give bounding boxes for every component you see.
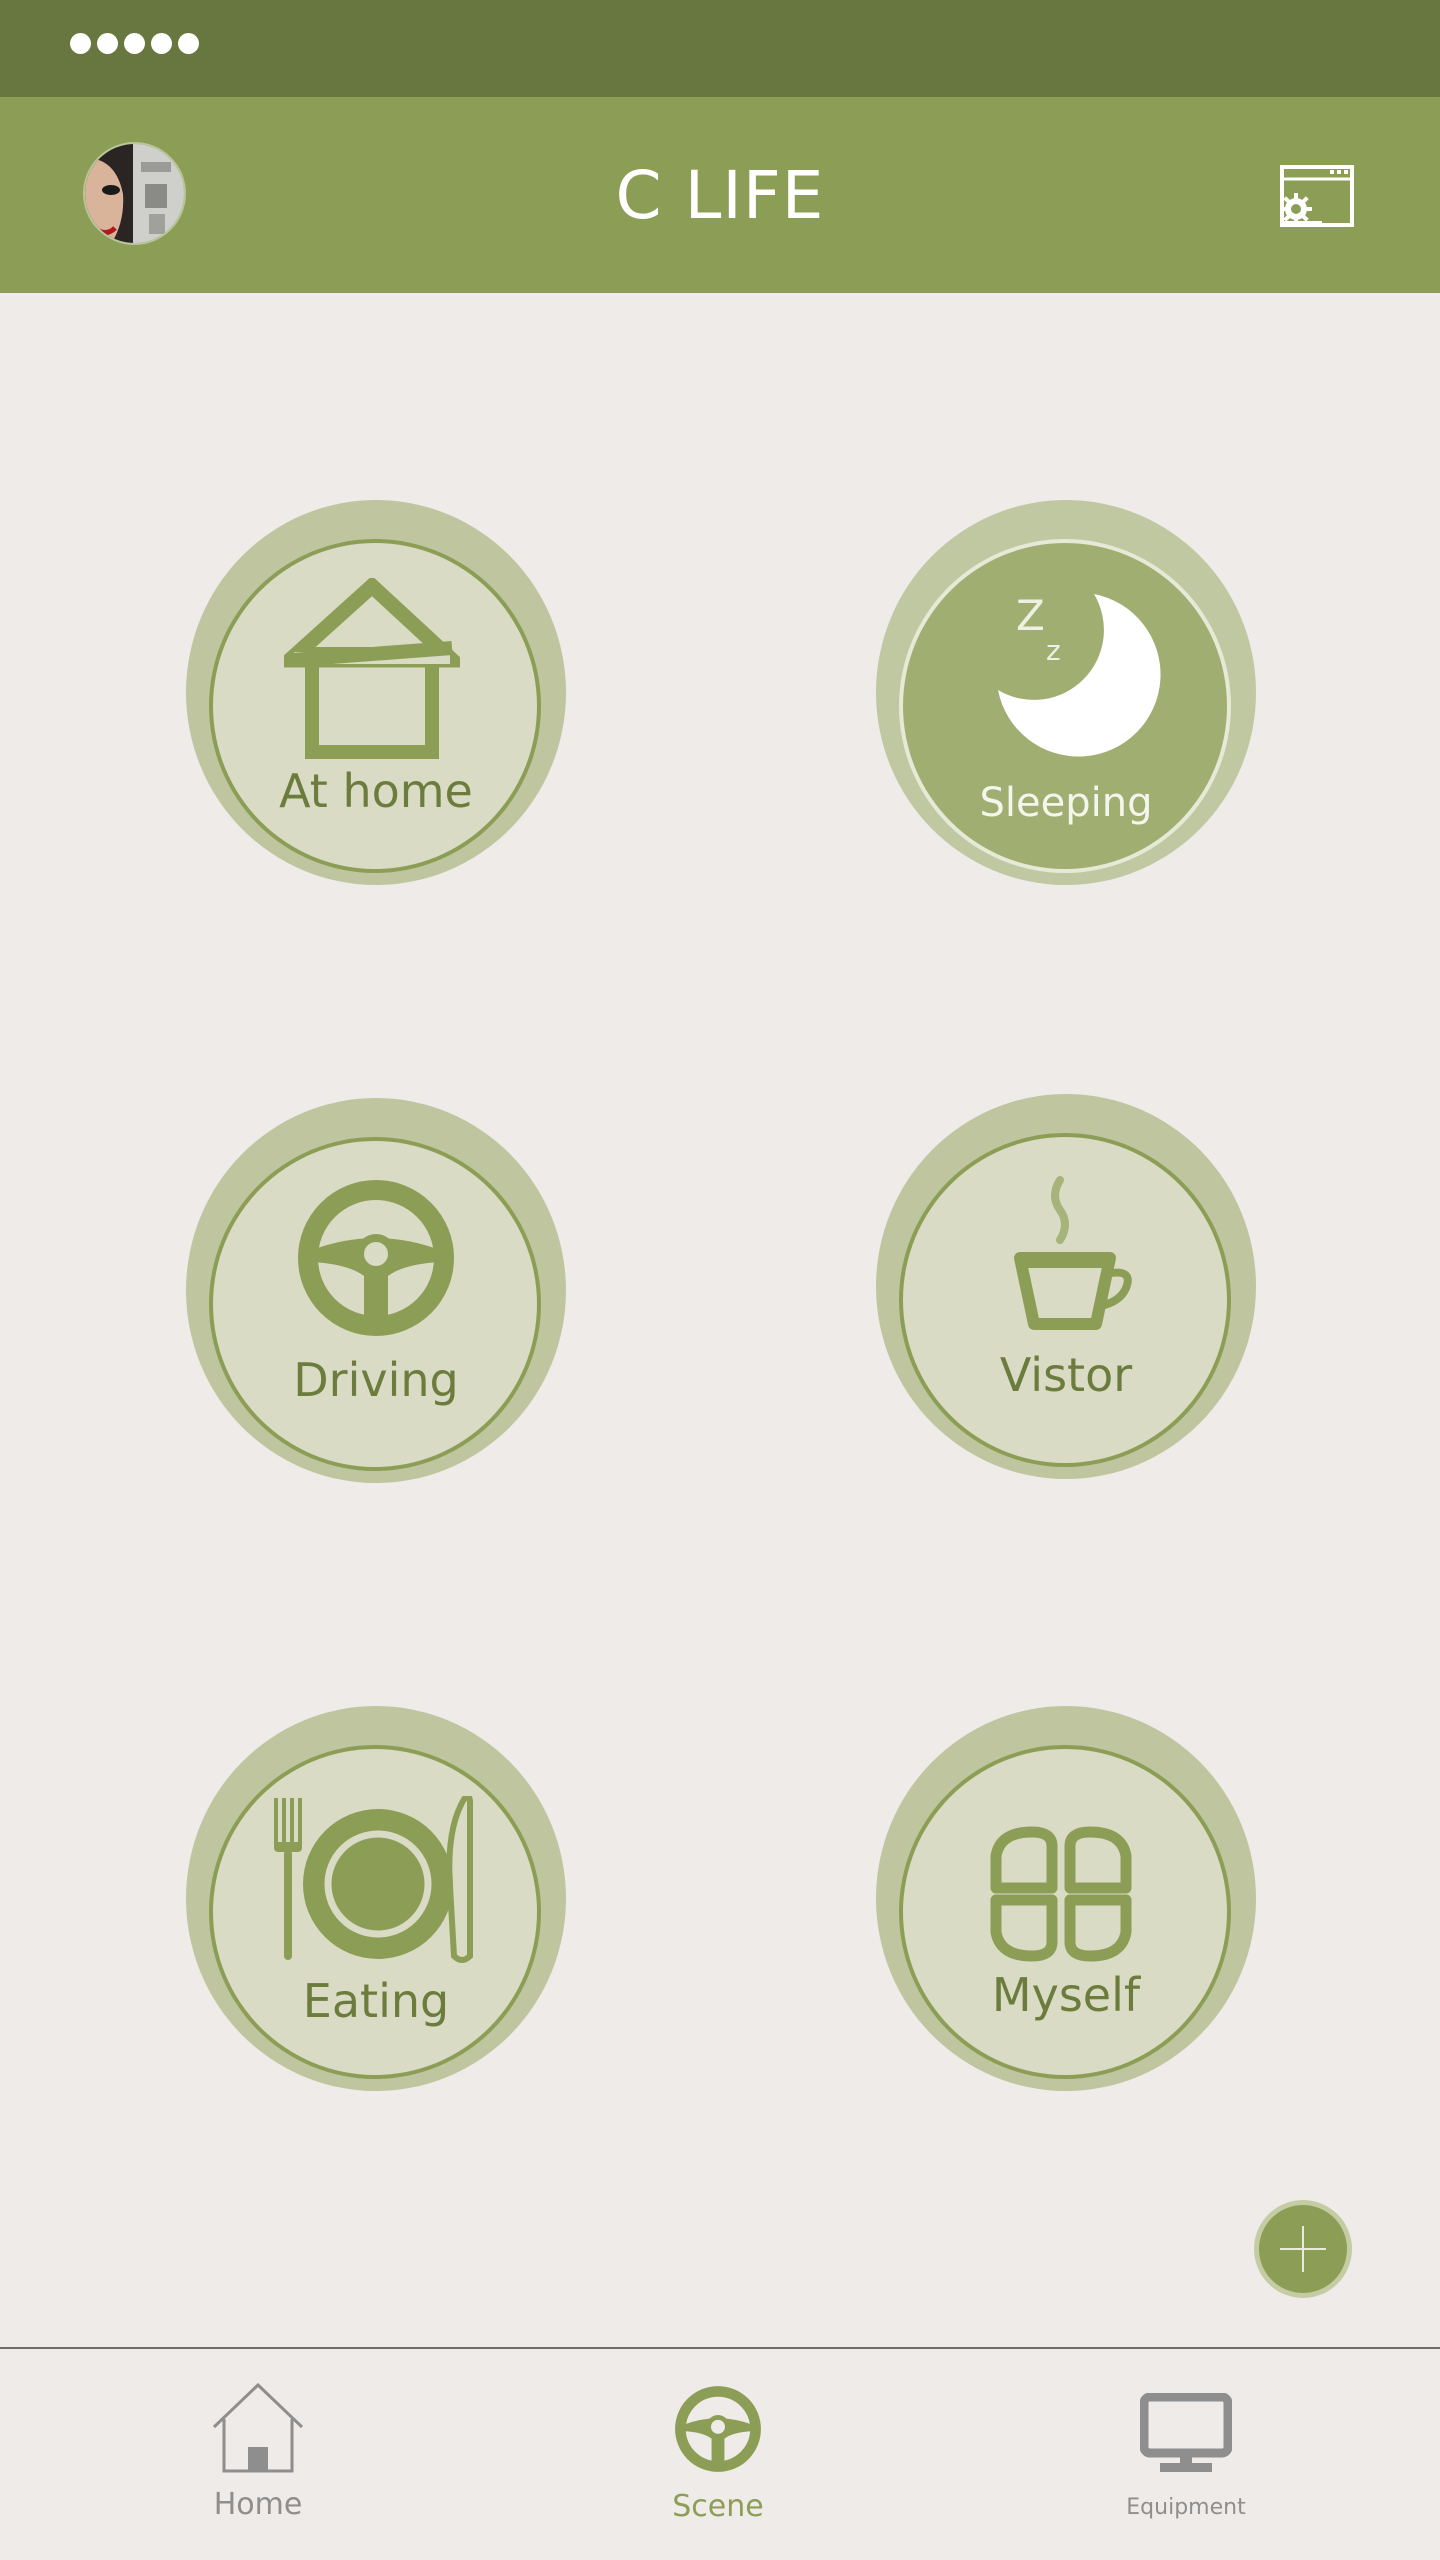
- scene-label: Vistor: [999, 1348, 1133, 1402]
- svg-text:z: z: [1046, 634, 1061, 667]
- app-title: C LIFE: [615, 157, 825, 234]
- moon-sleep-icon: Z z: [998, 591, 1161, 757]
- scene-sleeping[interactable]: Z z Sleeping: [876, 500, 1256, 885]
- scene-eating[interactable]: Eating: [186, 1706, 566, 2091]
- scene-label: At home: [279, 764, 473, 818]
- scene-label: Eating: [302, 1974, 450, 2028]
- scene-label: Driving: [293, 1353, 459, 1407]
- tab-scene[interactable]: Scene: [618, 2349, 818, 2560]
- four-leaf-icon: [990, 1826, 1132, 1962]
- tab-label: Scene: [672, 2489, 764, 2524]
- signal-strength-icon: [70, 33, 199, 54]
- steering-wheel-icon: [298, 1180, 454, 1336]
- steering-wheel-icon: [675, 2386, 761, 2472]
- app-header: C LIFE: [0, 97, 1440, 293]
- status-bar: [0, 0, 1440, 97]
- tab-label: Home: [213, 2487, 303, 2522]
- bottom-tab-bar: Home Scene Equipment: [0, 2347, 1440, 2560]
- scene-at-home[interactable]: At home: [186, 500, 566, 885]
- plus-icon: [1280, 2226, 1326, 2272]
- tab-label: Equipment: [1126, 2495, 1246, 2520]
- add-scene-button[interactable]: [1254, 2200, 1352, 2298]
- plate-cutlery-icon: [274, 1796, 473, 1963]
- scene-myself[interactable]: Myself: [876, 1706, 1256, 2091]
- house-icon: [284, 578, 460, 759]
- scene-driving[interactable]: Driving: [186, 1098, 566, 1483]
- tab-home[interactable]: Home: [158, 2349, 358, 2560]
- monitor-icon: [1140, 2393, 1232, 2472]
- svg-text:Z: Z: [1016, 591, 1045, 640]
- scene-vistor[interactable]: Vistor: [876, 1094, 1256, 1479]
- window-settings-icon[interactable]: [1280, 165, 1354, 227]
- home-icon: [212, 2382, 304, 2473]
- scene-label: Sleeping: [979, 780, 1153, 826]
- tab-equipment[interactable]: Equipment: [1086, 2349, 1286, 2560]
- scene-label: Myself: [991, 1968, 1141, 2022]
- coffee-cup-icon: [1014, 1176, 1132, 1330]
